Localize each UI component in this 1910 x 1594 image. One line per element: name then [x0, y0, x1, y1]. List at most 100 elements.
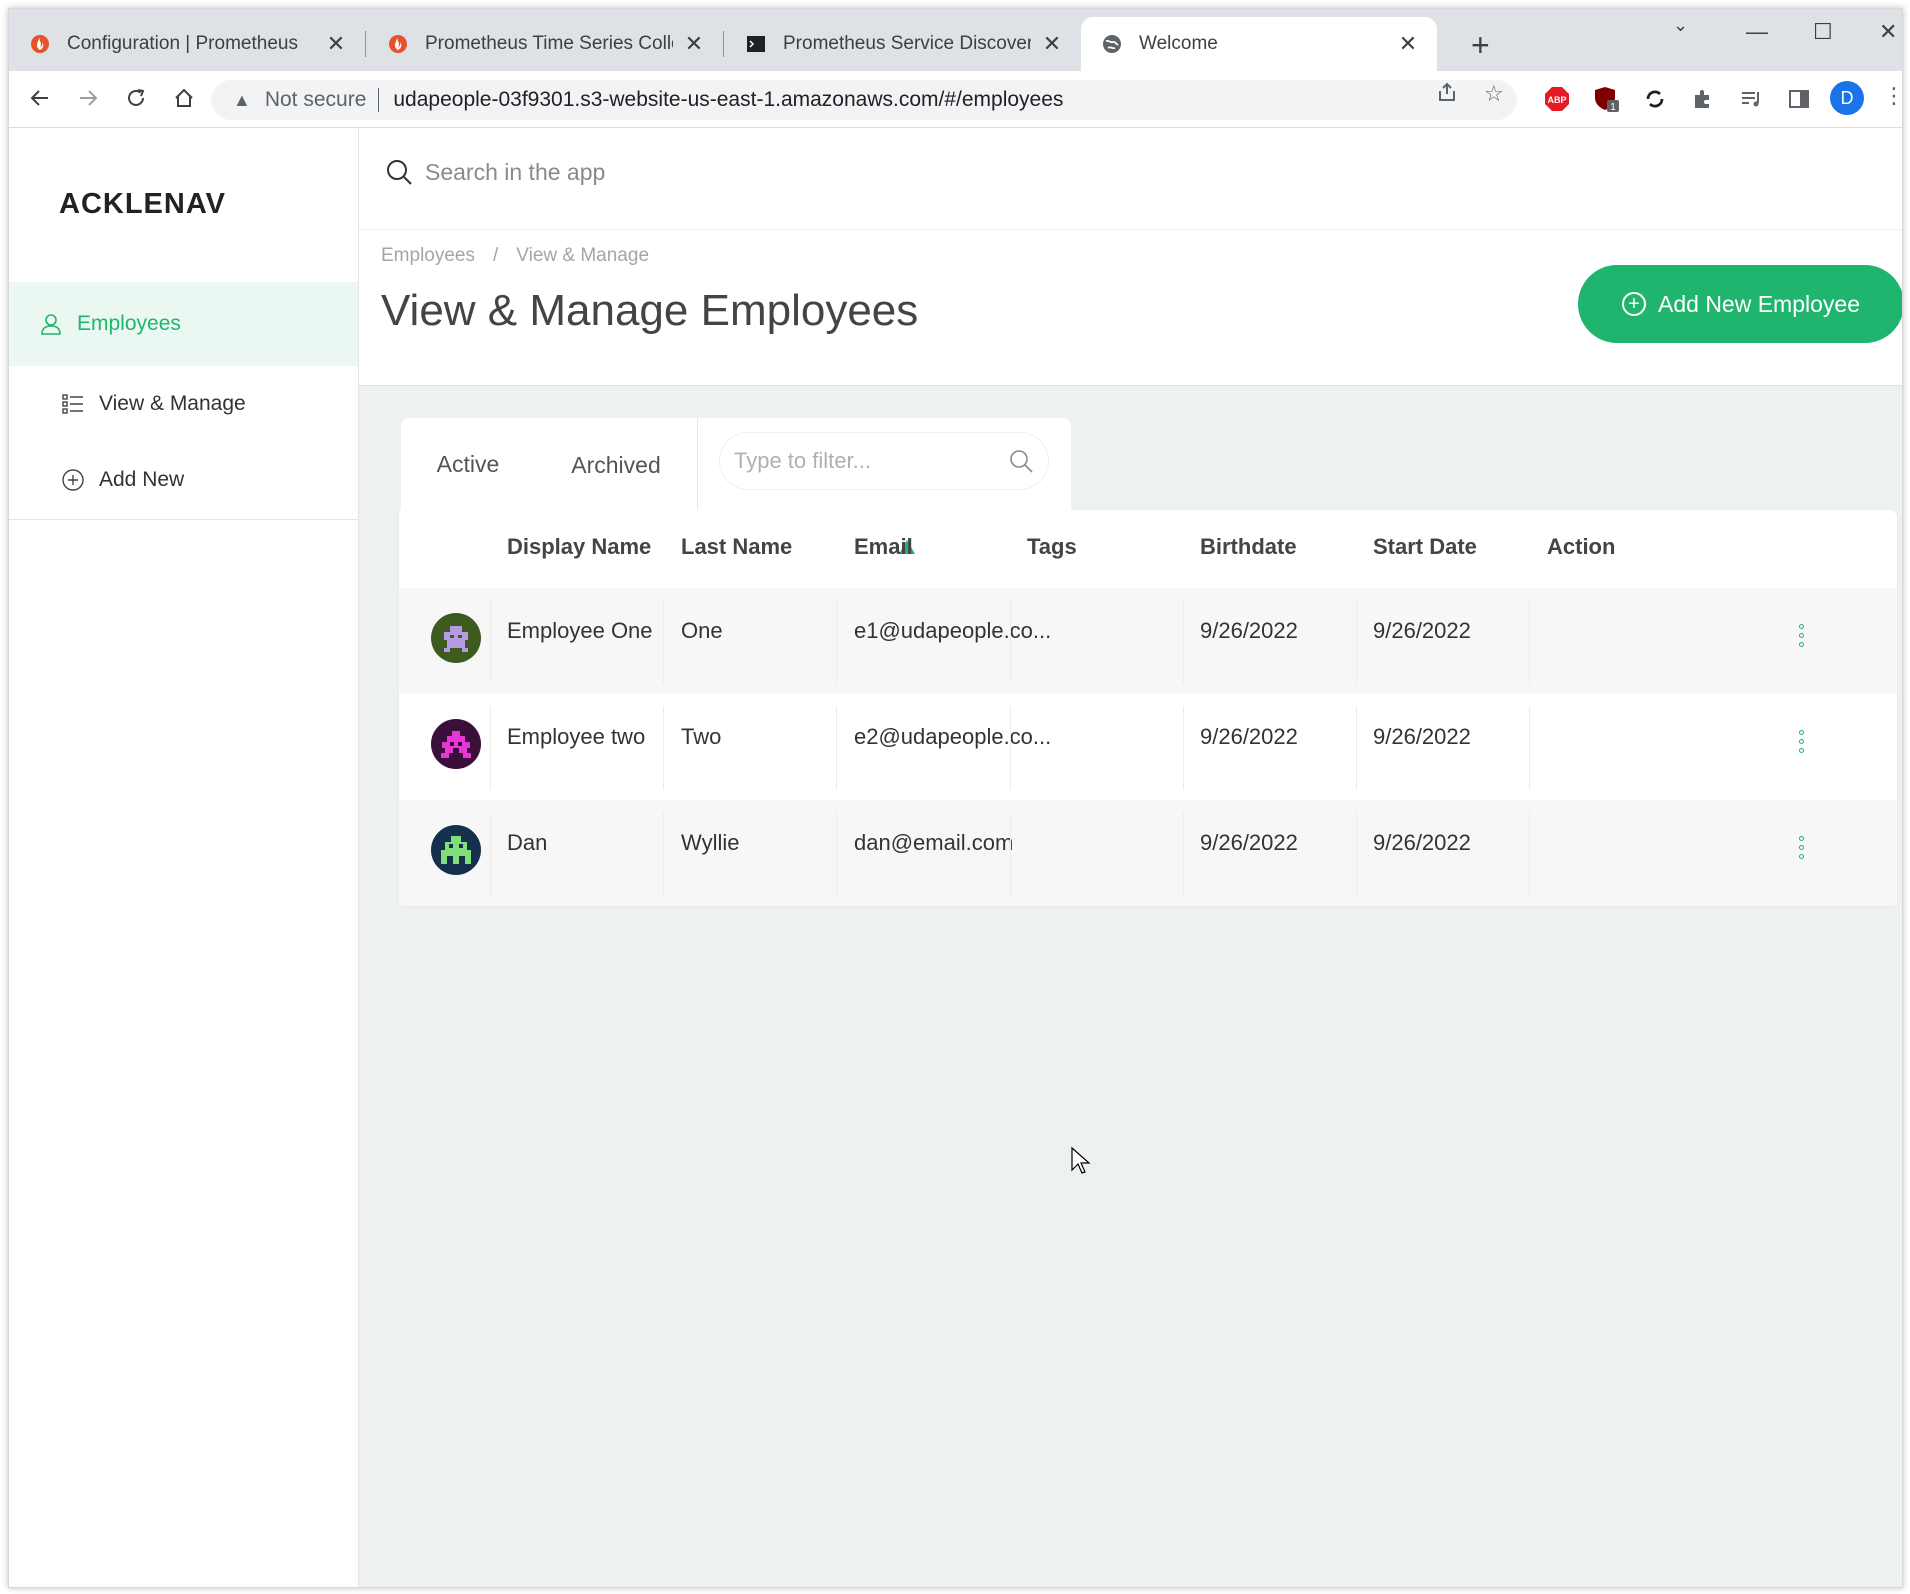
add-button-label: Add New Employee	[1658, 290, 1860, 317]
browser-tab-active[interactable]: Welcome ✕	[1081, 17, 1437, 71]
column-divider	[663, 706, 664, 790]
tab-title: Prometheus Time Series Collectic	[425, 33, 673, 54]
minimize-icon[interactable]: —	[1746, 19, 1768, 45]
column-divider	[1010, 600, 1011, 684]
column-header-birthdate[interactable]: Birthdate	[1200, 534, 1297, 560]
svg-text:1: 1	[1610, 102, 1616, 113]
table-row[interactable]: Dan Wyllie dan@email.com 9/26/2022 9/26/…	[399, 800, 1897, 906]
column-divider	[836, 812, 837, 896]
column-divider	[1183, 706, 1184, 790]
cell-email: e2@udapeople.co...	[854, 724, 1052, 749]
avatar	[431, 825, 481, 875]
back-icon[interactable]	[23, 81, 57, 115]
security-label[interactable]: Not secure	[265, 88, 367, 112]
sidebar-item-label: Add New	[99, 468, 185, 491]
close-icon[interactable]: ✕	[1397, 31, 1419, 57]
column-header-email[interactable]: Email	[854, 534, 913, 560]
warning-icon[interactable]: ▲	[233, 90, 251, 111]
row-actions-kebab-icon[interactable]	[1799, 836, 1805, 859]
browser-tab-3[interactable]: Prometheus Service Discovery on ✕	[725, 17, 1081, 71]
column-divider	[1529, 812, 1530, 896]
breadcrumb-employees[interactable]: Employees	[381, 245, 475, 267]
column-divider	[663, 600, 664, 684]
sidebar-item-add-new[interactable]: Add New	[9, 438, 358, 522]
column-header-start-date[interactable]: Start Date	[1373, 534, 1477, 560]
browser-toolbar: ▲ Not secure udapeople-03f9301.s3-websit…	[9, 71, 1902, 128]
column-header-last-name[interactable]: Last Name	[681, 534, 792, 560]
table-row[interactable]: Employee two Two e2@udapeople.co... 9/26…	[399, 694, 1897, 800]
breadcrumb-separator: /	[493, 245, 499, 266]
window-close-icon[interactable]: ✕	[1879, 19, 1897, 45]
column-divider	[1356, 600, 1357, 684]
maximize-icon[interactable]: ☐	[1813, 19, 1833, 45]
filter-placeholder[interactable]: Type to filter...	[734, 448, 1008, 474]
filter-input[interactable]: Type to filter...	[719, 432, 1049, 490]
tab-title: Welcome	[1139, 33, 1218, 54]
column-header-display-name[interactable]: Display Name	[507, 534, 651, 560]
url-text[interactable]: udapeople-03f9301.s3-website-us-east-1.a…	[393, 88, 1063, 112]
tab-title: Prometheus Service Discovery on	[783, 33, 1031, 54]
add-new-employee-button[interactable]: + Add New Employee	[1578, 265, 1902, 343]
playlist-icon[interactable]	[1737, 85, 1765, 113]
svg-text:ABP: ABP	[1547, 95, 1566, 105]
new-tab-icon[interactable]: +	[1471, 29, 1490, 61]
column-header-tags[interactable]: Tags	[1027, 534, 1077, 560]
cell-start-date: 9/26/2022	[1373, 724, 1471, 749]
sidepanel-icon[interactable]	[1785, 85, 1813, 113]
forward-icon[interactable]	[71, 81, 105, 115]
column-divider	[490, 600, 491, 684]
menu-kebab-icon[interactable]: ⋮	[1883, 83, 1902, 109]
close-icon[interactable]: ✕	[1041, 31, 1063, 57]
cell-email: e1@udapeople.co...	[854, 618, 1052, 643]
share-icon[interactable]	[1436, 81, 1458, 109]
page-header: Employees / View & Manage View & Manage …	[359, 230, 1902, 386]
search-icon[interactable]	[1008, 448, 1034, 474]
star-icon[interactable]: ☆	[1484, 81, 1504, 107]
reload-icon[interactable]	[119, 81, 153, 115]
sidebar-item-label: View & Manage	[99, 392, 246, 415]
avatar	[431, 719, 481, 769]
column-divider	[490, 706, 491, 790]
column-header-action: Action	[1547, 534, 1616, 559]
table-header: Display Name Last Name Email Tags Birthd…	[399, 510, 1897, 588]
breadcrumb: Employees / View & Manage	[381, 245, 649, 267]
row-actions-kebab-icon[interactable]	[1799, 624, 1805, 647]
cell-email: dan@email.com	[854, 830, 1014, 855]
close-icon[interactable]: ✕	[325, 31, 347, 57]
column-divider	[836, 600, 837, 684]
browser-tab-2[interactable]: Prometheus Time Series Collectic ✕	[367, 17, 723, 71]
tab-divider	[365, 31, 366, 57]
row-actions-kebab-icon[interactable]	[1799, 730, 1805, 753]
home-icon[interactable]	[167, 81, 201, 115]
cell-start-date: 9/26/2022	[1373, 830, 1471, 855]
user-icon	[37, 310, 65, 338]
table-row[interactable]: Employee One One e1@udapeople.co... 9/26…	[399, 588, 1897, 694]
cell-last-name: Two	[681, 724, 722, 749]
address-bar[interactable]: ▲ Not secure udapeople-03f9301.s3-websit…	[211, 80, 1517, 120]
browser-window: Configuration | Prometheus ✕ Prometheus …	[8, 8, 1903, 1588]
tab-active[interactable]: Active	[401, 418, 535, 512]
list-icon	[59, 390, 87, 418]
ublock-icon[interactable]: 1	[1593, 85, 1621, 113]
prometheus-icon	[29, 33, 51, 55]
breadcrumb-view-manage[interactable]: View & Manage	[516, 245, 649, 267]
tab-search-chevron-icon[interactable]: ⌄	[1673, 15, 1688, 36]
tab-strip: Configuration | Prometheus ✕ Prometheus …	[9, 9, 1902, 71]
filter-divider	[697, 418, 698, 512]
close-icon[interactable]: ✕	[683, 31, 705, 57]
profile-avatar[interactable]: D	[1830, 81, 1864, 115]
tab-archived[interactable]: Archived	[535, 418, 697, 512]
column-divider	[1529, 600, 1530, 684]
app-search[interactable]: Search in the app	[385, 158, 605, 186]
sidebar-item-employees[interactable]: Employees	[9, 282, 358, 366]
search-input[interactable]: Search in the app	[425, 159, 605, 186]
abp-icon[interactable]: ABP	[1543, 85, 1571, 113]
browser-tab-1[interactable]: Configuration | Prometheus ✕	[9, 17, 365, 71]
sidebar-item-view-manage[interactable]: View & Manage	[9, 362, 358, 446]
sidebar: ACKLENAV Employees View & Manage Add New	[9, 128, 359, 1587]
puzzle-icon[interactable]	[1689, 85, 1717, 113]
column-divider	[490, 812, 491, 896]
column-divider	[1010, 706, 1011, 790]
column-divider	[663, 812, 664, 896]
sync-icon[interactable]	[1641, 85, 1669, 113]
